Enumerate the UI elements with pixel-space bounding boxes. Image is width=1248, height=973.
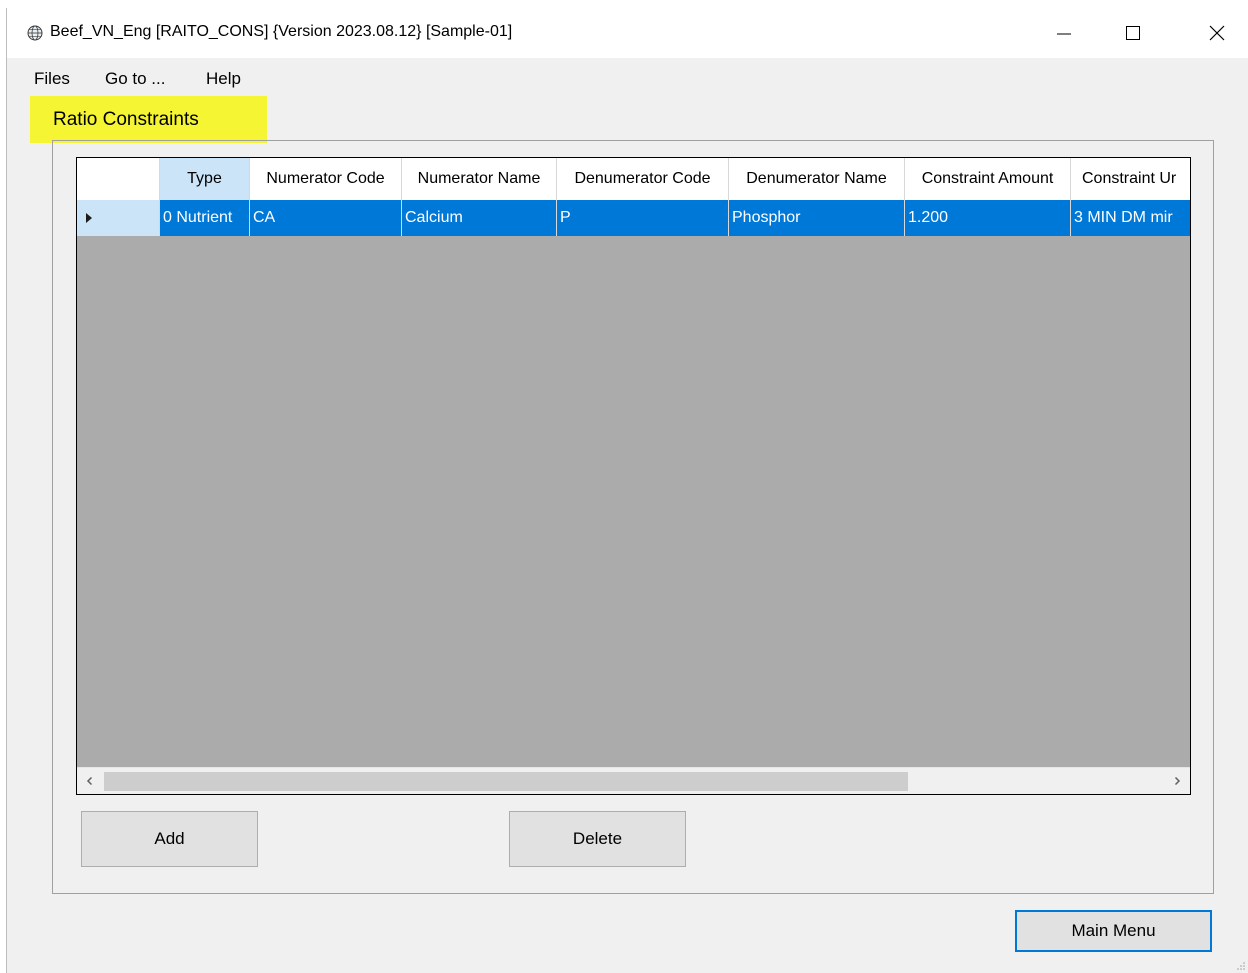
menu-bar: Files Go to ... Help xyxy=(7,58,1248,100)
cell-denumerator-name[interactable]: Phosphor xyxy=(729,200,905,236)
column-header-constraint-amount[interactable]: Constraint Amount xyxy=(905,158,1071,200)
application-window: Beef_VN_Eng [RAITO_CONS] {Version 2023.0… xyxy=(7,8,1248,973)
maximize-icon xyxy=(1126,26,1140,40)
maximize-button[interactable] xyxy=(1110,8,1156,58)
ratio-constraints-grid[interactable]: Type Numerator Code Numerator Name Denum… xyxy=(76,157,1191,795)
row-header-cell[interactable] xyxy=(77,200,160,236)
page-title: Ratio Constraints xyxy=(30,96,267,143)
menu-goto[interactable]: Go to ... xyxy=(105,69,165,89)
grid-corner-cell[interactable] xyxy=(77,158,160,200)
chevron-right-icon xyxy=(1174,776,1181,786)
resize-grip-icon[interactable] xyxy=(1236,961,1246,971)
close-button[interactable] xyxy=(1194,8,1240,58)
cell-constraint-amount[interactable]: 1.200 xyxy=(905,200,1071,236)
add-button[interactable]: Add xyxy=(81,811,258,867)
cell-numerator-code[interactable]: CA xyxy=(250,200,402,236)
main-menu-button[interactable]: Main Menu xyxy=(1015,910,1212,952)
menu-help[interactable]: Help xyxy=(206,69,241,89)
grid-header-row: Type Numerator Code Numerator Name Denum… xyxy=(77,158,1190,201)
column-header-constraint-unit[interactable]: Constraint Ur xyxy=(1071,158,1190,200)
title-bar[interactable]: Beef_VN_Eng [RAITO_CONS] {Version 2023.0… xyxy=(7,8,1248,58)
scrollbar-thumb[interactable] xyxy=(104,772,908,791)
cell-numerator-name[interactable]: Calcium xyxy=(402,200,557,236)
globe-app-icon xyxy=(27,25,43,41)
column-header-numerator-code[interactable]: Numerator Code xyxy=(250,158,402,200)
minimize-icon xyxy=(1057,33,1071,35)
cell-type[interactable]: 0 Nutrient xyxy=(160,200,250,236)
horizontal-scrollbar[interactable] xyxy=(77,767,1190,794)
column-header-denumerator-name[interactable]: Denumerator Name xyxy=(729,158,905,200)
chevron-left-icon xyxy=(86,776,93,786)
current-row-arrow-icon xyxy=(86,213,92,223)
column-header-type[interactable]: Type xyxy=(160,158,250,200)
column-header-denumerator-code[interactable]: Denumerator Code xyxy=(557,158,729,200)
close-icon xyxy=(1209,25,1225,41)
scroll-right-button[interactable] xyxy=(1164,768,1190,794)
scroll-left-button[interactable] xyxy=(77,768,103,794)
cell-denumerator-code[interactable]: P xyxy=(557,200,729,236)
cell-constraint-unit[interactable]: 3 MIN DM mir xyxy=(1071,200,1190,236)
minimize-button[interactable] xyxy=(1041,8,1087,58)
table-row[interactable]: 0 Nutrient CA Calcium P Phosphor 1.200 3… xyxy=(77,200,1190,236)
column-header-numerator-name[interactable]: Numerator Name xyxy=(402,158,557,200)
menu-files[interactable]: Files xyxy=(34,69,70,89)
delete-button[interactable]: Delete xyxy=(509,811,686,867)
window-title: Beef_VN_Eng [RAITO_CONS] {Version 2023.0… xyxy=(50,23,513,40)
